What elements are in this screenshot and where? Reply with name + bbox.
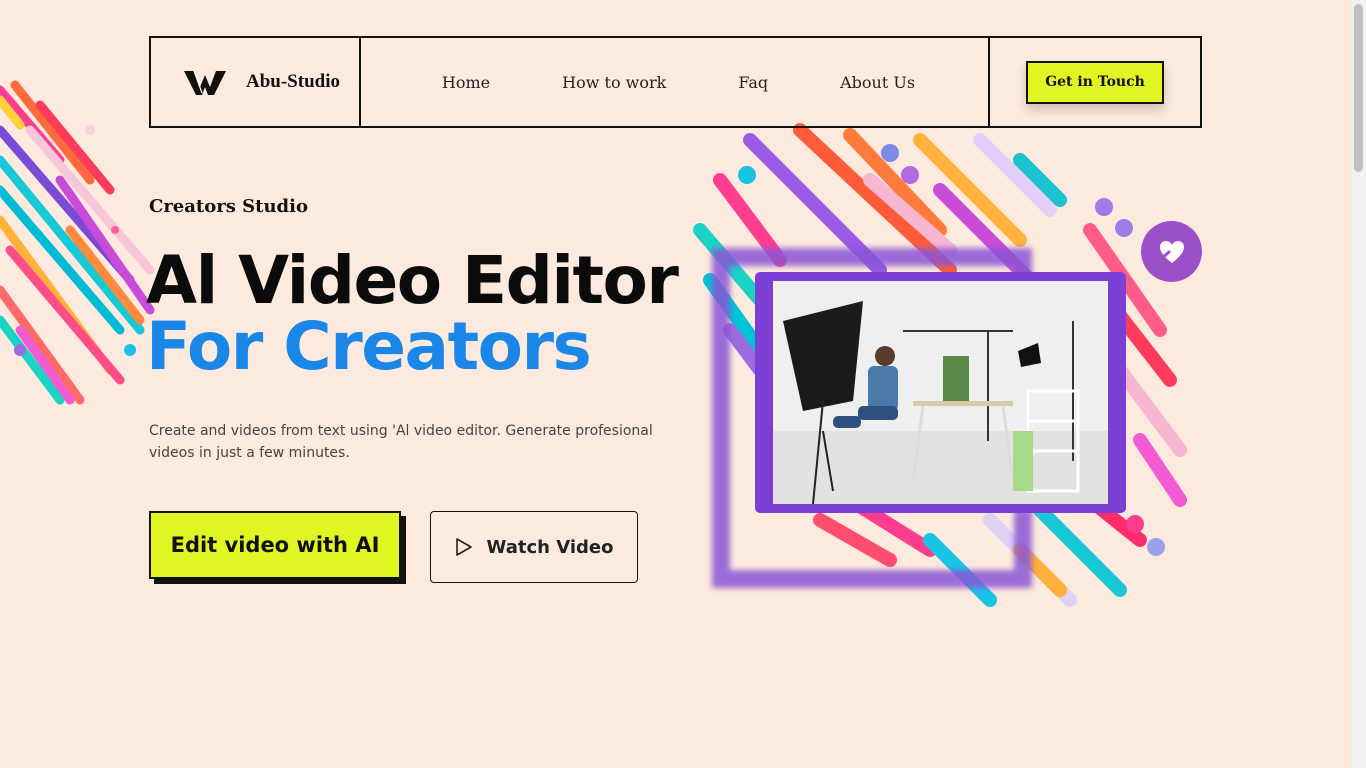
scrollbar-thumb[interactable]	[1354, 4, 1363, 172]
vertical-scrollbar[interactable]	[1350, 0, 1366, 768]
hero-description: Create and videos from text using 'Al vi…	[149, 423, 653, 461]
w-logo-icon	[184, 70, 226, 95]
nav-about-us[interactable]: About Us	[840, 73, 915, 92]
watch-video-button[interactable]: Watch Video	[430, 511, 638, 583]
watch-video-label: Watch Video	[486, 536, 614, 558]
nav-faq[interactable]: Faq	[738, 73, 768, 92]
hero-photo-frame	[755, 272, 1126, 513]
studio-photo	[773, 281, 1108, 504]
get-in-touch-button[interactable]: Get in Touch	[1026, 60, 1164, 104]
edit-video-button[interactable]: Edit video with AI	[149, 511, 401, 579]
nav-home[interactable]: Home	[442, 73, 490, 92]
top-navbar: Abu-Studio Home How to work Faq About Us…	[149, 36, 1202, 128]
hero-title-line2: For Creators	[146, 308, 592, 385]
decorative-streaks-left	[0, 80, 155, 405]
hero-title: Al Video Editor For Creators	[146, 242, 679, 385]
brand-name: Abu-Studio	[246, 71, 340, 92]
cta-area: Get in Touch	[990, 38, 1200, 126]
nav-how-to-work[interactable]: How to work	[562, 73, 666, 92]
play-icon	[455, 538, 472, 556]
nav-menu: Home How to work Faq About Us	[361, 38, 990, 126]
hero-eyebrow: Creators Studio	[149, 196, 308, 217]
hero-title-line1: Al Video Editor	[146, 242, 679, 319]
heart-hand-icon	[1159, 240, 1184, 263]
brand[interactable]: Abu-Studio	[151, 38, 361, 126]
heart-hand-badge	[1141, 221, 1202, 282]
